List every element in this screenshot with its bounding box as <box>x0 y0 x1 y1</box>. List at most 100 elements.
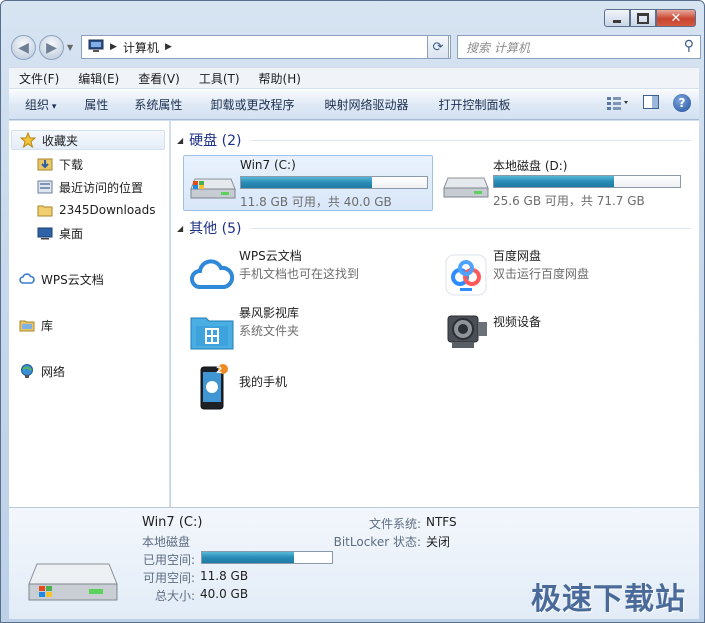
folder-icon <box>37 202 53 218</box>
other-tile-wps-cloud[interactable]: WPS云文档 手机文档也可在这找到 <box>183 245 433 301</box>
sidebar-label: 收藏夹 <box>42 133 79 148</box>
hard-drive-icon <box>441 163 491 207</box>
group-title: 硬盘 (2) <box>189 133 242 149</box>
search-input[interactable]: 搜索 计算机 ⚲ <box>457 35 701 59</box>
drive-usage-fill <box>494 176 614 187</box>
forward-button[interactable]: ▶ <box>39 35 64 60</box>
window-controls: ✕ <box>604 9 696 27</box>
menu-help[interactable]: 帮助(H) <box>249 70 310 87</box>
other-tile-my-phone[interactable]: 2 我的手机 <box>183 357 433 413</box>
file-system-label: 文件系统: <box>368 517 421 531</box>
address-bar[interactable]: ▶ 计算机 ▶ ▼ <box>81 35 451 59</box>
other-tile-baofeng-library[interactable]: 暴风影视库 系统文件夹 <box>183 302 433 358</box>
network-icon <box>19 363 35 379</box>
free-space-value: 11.8 GB <box>200 569 249 583</box>
sidebar-label: 2345Downloads <box>59 203 156 217</box>
item-name: 我的手机 <box>239 375 288 389</box>
menu-file[interactable]: 文件(F) <box>9 70 68 87</box>
recent-pages-chevron-icon[interactable]: ▼ <box>67 43 73 52</box>
close-button[interactable]: ✕ <box>656 9 696 27</box>
star-icon <box>20 132 36 148</box>
hard-drive-large-icon <box>25 552 121 611</box>
drive-usage-bar <box>240 176 428 189</box>
drive-usage-bar <box>493 175 681 188</box>
sidebar-label: WPS云文档 <box>41 272 104 287</box>
sidebar-item-downloads[interactable]: 下载 <box>37 154 83 174</box>
details-pane: Win7 (C:) 本地磁盘 已用空间: 可用空间: 11.8 GB 总大小: … <box>9 507 699 619</box>
maximize-button[interactable] <box>630 9 656 27</box>
other-tile-video-device[interactable]: 视频设备 <box>437 302 687 358</box>
baidu-netdisk-icon <box>441 253 491 297</box>
command-icons: ? <box>607 94 691 112</box>
video-library-folder-icon <box>187 310 237 354</box>
drive-usage-fill <box>241 177 373 188</box>
group-header-drives[interactable]: ◢ 硬盘 (2) <box>177 130 691 150</box>
sidebar-item-recent[interactable]: 最近访问的位置 <box>37 177 143 197</box>
item-description: 手机文档也可在这找到 <box>239 267 360 281</box>
library-icon <box>19 317 35 333</box>
properties-button[interactable]: 属性 <box>66 96 118 113</box>
back-button[interactable]: ◀ <box>11 35 36 60</box>
item-name: 百度网盘 <box>493 249 542 263</box>
sidebar-label: 桌面 <box>59 226 84 241</box>
item-name: WPS云文档 <box>239 249 302 263</box>
sidebar-item-library[interactable]: 库 <box>19 315 53 335</box>
drive-name: 本地磁盘 (D:) <box>493 159 568 173</box>
open-control-panel-button[interactable]: 打开控制面板 <box>418 96 520 113</box>
group-title: 其他 (5) <box>189 221 242 237</box>
item-description: 双击运行百度网盘 <box>493 267 590 281</box>
sidebar-label: 库 <box>41 318 54 333</box>
search-icon[interactable]: ⚲ <box>684 38 694 54</box>
collapse-triangle-icon[interactable]: ◢ <box>177 224 183 233</box>
group-divider <box>251 227 691 229</box>
phone-badge: 2 <box>216 366 223 376</box>
video-camera-icon <box>441 310 491 354</box>
drive-name: Win7 (C:) <box>240 158 296 172</box>
cloud-icon <box>19 271 35 287</box>
used-space-fill <box>202 552 294 563</box>
menu-tools[interactable]: 工具(T) <box>189 70 249 87</box>
drive-tile-c[interactable]: Win7 (C:) 11.8 GB 可用，共 40.0 GB <box>183 155 433 211</box>
refresh-button[interactable]: ⟳ <box>427 35 449 59</box>
map-network-drive-button[interactable]: 映射网络驱动器 <box>304 96 418 113</box>
used-space-label: 已用空间: <box>142 553 195 567</box>
change-view-icon[interactable] <box>607 95 629 111</box>
wps-cloud-icon <box>187 253 237 297</box>
recent-places-icon <box>37 179 53 195</box>
breadcrumb-separator-icon[interactable]: ▶ <box>110 42 117 52</box>
bitlocker-value: 关闭 <box>426 535 451 549</box>
sidebar-item-network[interactable]: 网络 <box>19 361 65 381</box>
sidebar-item-favorites[interactable]: 收藏夹 <box>11 130 165 150</box>
sidebar-item-wps-cloud[interactable]: WPS云文档 <box>19 269 104 289</box>
downloads-folder-icon <box>37 156 53 172</box>
sidebar-item-desktop[interactable]: 桌面 <box>37 223 83 243</box>
drive-free-text: 11.8 GB 可用，共 40.0 GB <box>240 195 392 209</box>
menu-bar: 文件(F) 编辑(E) 查看(V) 工具(T) 帮助(H) <box>9 67 699 88</box>
menu-view[interactable]: 查看(V) <box>128 70 189 87</box>
used-space-bar <box>201 551 333 564</box>
computer-icon <box>88 39 104 56</box>
uninstall-program-button[interactable]: 卸载或更改程序 <box>192 96 304 113</box>
other-tile-baidu-netdisk[interactable]: 百度网盘 双击运行百度网盘 <box>437 245 687 301</box>
bitlocker-label: BitLocker 状态: <box>333 535 421 549</box>
free-space-label: 可用空间: <box>142 571 195 585</box>
breadcrumb-separator-icon[interactable]: ▶ <box>165 42 172 52</box>
breadcrumb-computer[interactable]: 计算机 <box>123 39 159 56</box>
menu-edit[interactable]: 编辑(E) <box>68 70 128 87</box>
content-pane: ◢ 硬盘 (2) Win7 (C:) 11.8 GB 可用，共 40.0 GB … <box>171 121 699 507</box>
help-button[interactable]: ? <box>673 94 691 112</box>
minimize-button[interactable] <box>604 9 630 27</box>
group-divider <box>251 139 691 141</box>
sidebar-item-2345downloads[interactable]: 2345Downloads <box>37 200 155 220</box>
preview-pane-icon[interactable] <box>643 94 659 112</box>
collapse-triangle-icon[interactable]: ◢ <box>177 136 183 145</box>
sidebar-label: 最近访问的位置 <box>59 180 144 195</box>
system-properties-button[interactable]: 系统属性 <box>118 96 192 113</box>
drive-tile-d[interactable]: 本地磁盘 (D:) 25.6 GB 可用，共 71.7 GB <box>437 155 687 211</box>
details-title: Win7 (C:) <box>142 515 203 530</box>
total-size-value: 40.0 GB <box>200 587 249 601</box>
details-type: 本地磁盘 <box>142 535 191 549</box>
group-header-other[interactable]: ◢ 其他 (5) <box>177 218 691 238</box>
item-description: 系统文件夹 <box>239 324 300 338</box>
organize-button[interactable]: 组织 <box>9 96 66 113</box>
